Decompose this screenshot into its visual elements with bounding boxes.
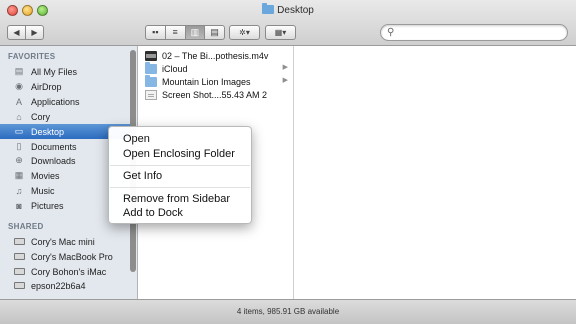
folder-icon [262, 3, 275, 14]
back-forward-group: ◀ ▶ [7, 25, 44, 40]
pictures-icon: ◙ [16, 200, 22, 211]
file-item[interactable]: iCloud ▶ [138, 61, 294, 75]
home-icon: ⌂ [16, 111, 22, 122]
file-name: Mountain Lion Images [162, 76, 251, 87]
menu-item-add-to-dock[interactable]: Add to Dock [123, 207, 183, 219]
sidebar-item-cory[interactable]: ⌂ Cory [0, 109, 132, 124]
search-field[interactable]: ⚲ [380, 24, 568, 41]
file-name: 02 – The Bi...pothesis.m4v [162, 50, 269, 61]
window-title-text: Desktop [277, 5, 314, 16]
sidebar-item-cory-bohon-imac[interactable]: Cory Bohon's iMac [0, 264, 132, 279]
sidebar-item-all-my-files[interactable]: ▤ All My Files [0, 64, 132, 79]
movies-icon: ▦ [14, 170, 24, 180]
sidebar-item-applications[interactable]: A Applications [0, 94, 132, 109]
sidebar-item-label: epson22b6a4 [31, 280, 86, 291]
menu-item-open-enclosing-folder[interactable]: Open Enclosing Folder [123, 148, 235, 160]
sidebar-item-label: Downloads [31, 155, 76, 166]
sidebar-item-label: Cory's MacBook Pro [31, 251, 113, 262]
movie-file-icon [145, 50, 157, 61]
menu-separator [110, 187, 250, 188]
sidebar-item-label: Documents [31, 141, 77, 152]
back-button[interactable]: ◀ [8, 26, 25, 39]
sidebar-heading-favorites: FAVORITES [8, 52, 56, 61]
sidebar-item-label: Pictures [31, 200, 64, 211]
coverflow-view-button[interactable]: ▤ [204, 26, 224, 39]
file-name: Screen Shot....55.43 AM 2 [162, 89, 268, 100]
finder-window: Desktop ◀ ▶ ▪▪ ≡ ▥ ▤ ✲▾ ▦▾ ⚲ FAVORITES ▤… [0, 0, 576, 324]
desktop-icon: ▭ [14, 126, 24, 136]
status-bar: 4 items, 985.91 GB available [0, 299, 576, 324]
sidebar-item-label: AirDrop [31, 81, 62, 92]
document-file-icon [145, 89, 157, 100]
sidebar-item-airdrop[interactable]: ◉ AirDrop [0, 79, 132, 94]
sidebar-item-label: Music [31, 185, 55, 196]
sidebar-item-cory-macbook-pro[interactable]: Cory's MacBook Pro [0, 249, 132, 264]
airdrop-icon: ◉ [15, 81, 23, 91]
sidebar-item-label: All My Files [31, 66, 78, 77]
column-view-button[interactable]: ▥ [184, 26, 205, 39]
sidebar-item-label: Applications [31, 96, 80, 107]
menu-separator [110, 165, 250, 166]
sidebar-item-cory-mac-mini[interactable]: Cory's Mac mini [0, 234, 132, 249]
icon-view-button[interactable]: ▪▪ [146, 26, 165, 39]
all-files-icon: ▤ [14, 66, 24, 76]
sidebar-item-epson[interactable]: epson22b6a4 [0, 278, 132, 293]
list-view-button[interactable]: ≡ [164, 26, 185, 39]
file-name: iCloud [162, 63, 188, 74]
macbook-pro-icon [13, 251, 25, 263]
printer-icon [13, 280, 25, 292]
forward-button[interactable]: ▶ [25, 26, 43, 39]
documents-icon: ▯ [16, 141, 22, 151]
action-menu-button[interactable]: ✲▾ [229, 25, 260, 40]
sidebar-item-label: Movies [31, 170, 60, 181]
menu-item-get-info[interactable]: Get Info [123, 170, 162, 182]
sidebar-item-label: Cory's Mac mini [31, 236, 95, 247]
folder-icon [145, 74, 157, 87]
mac-mini-icon [13, 236, 25, 248]
arrange-menu-button[interactable]: ▦▾ [265, 25, 296, 40]
file-item[interactable]: 02 – The Bi...pothesis.m4v [138, 49, 294, 62]
search-icon: ⚲ [387, 27, 395, 38]
disclosure-arrow-icon: ▶ [282, 64, 288, 71]
imac-icon [13, 266, 25, 278]
file-item[interactable]: Screen Shot....55.43 AM 2 [138, 88, 294, 101]
context-menu: Open Open Enclosing Folder Get Info Remo… [108, 126, 252, 224]
file-item[interactable]: Mountain Lion Images ▶ [138, 74, 294, 88]
title-bar: Desktop ◀ ▶ ▪▪ ≡ ▥ ▤ ✲▾ ▦▾ ⚲ [0, 0, 576, 46]
applications-icon: A [15, 96, 22, 107]
music-icon: ♫ [15, 185, 23, 196]
menu-item-open[interactable]: Open [123, 133, 150, 145]
sidebar-item-label: Cory [31, 111, 51, 122]
folder-icon [145, 61, 157, 74]
window-title: Desktop [0, 3, 576, 16]
downloads-icon: ⊕ [15, 155, 23, 165]
sidebar-item-label: Desktop [31, 126, 65, 137]
menu-item-remove-from-sidebar[interactable]: Remove from Sidebar [123, 193, 230, 205]
view-mode-group: ▪▪ ≡ ▥ ▤ [145, 25, 225, 40]
sidebar-heading-shared: SHARED [8, 222, 44, 231]
disclosure-arrow-icon: ▶ [282, 77, 288, 84]
sidebar-item-label: Cory Bohon's iMac [31, 266, 107, 277]
